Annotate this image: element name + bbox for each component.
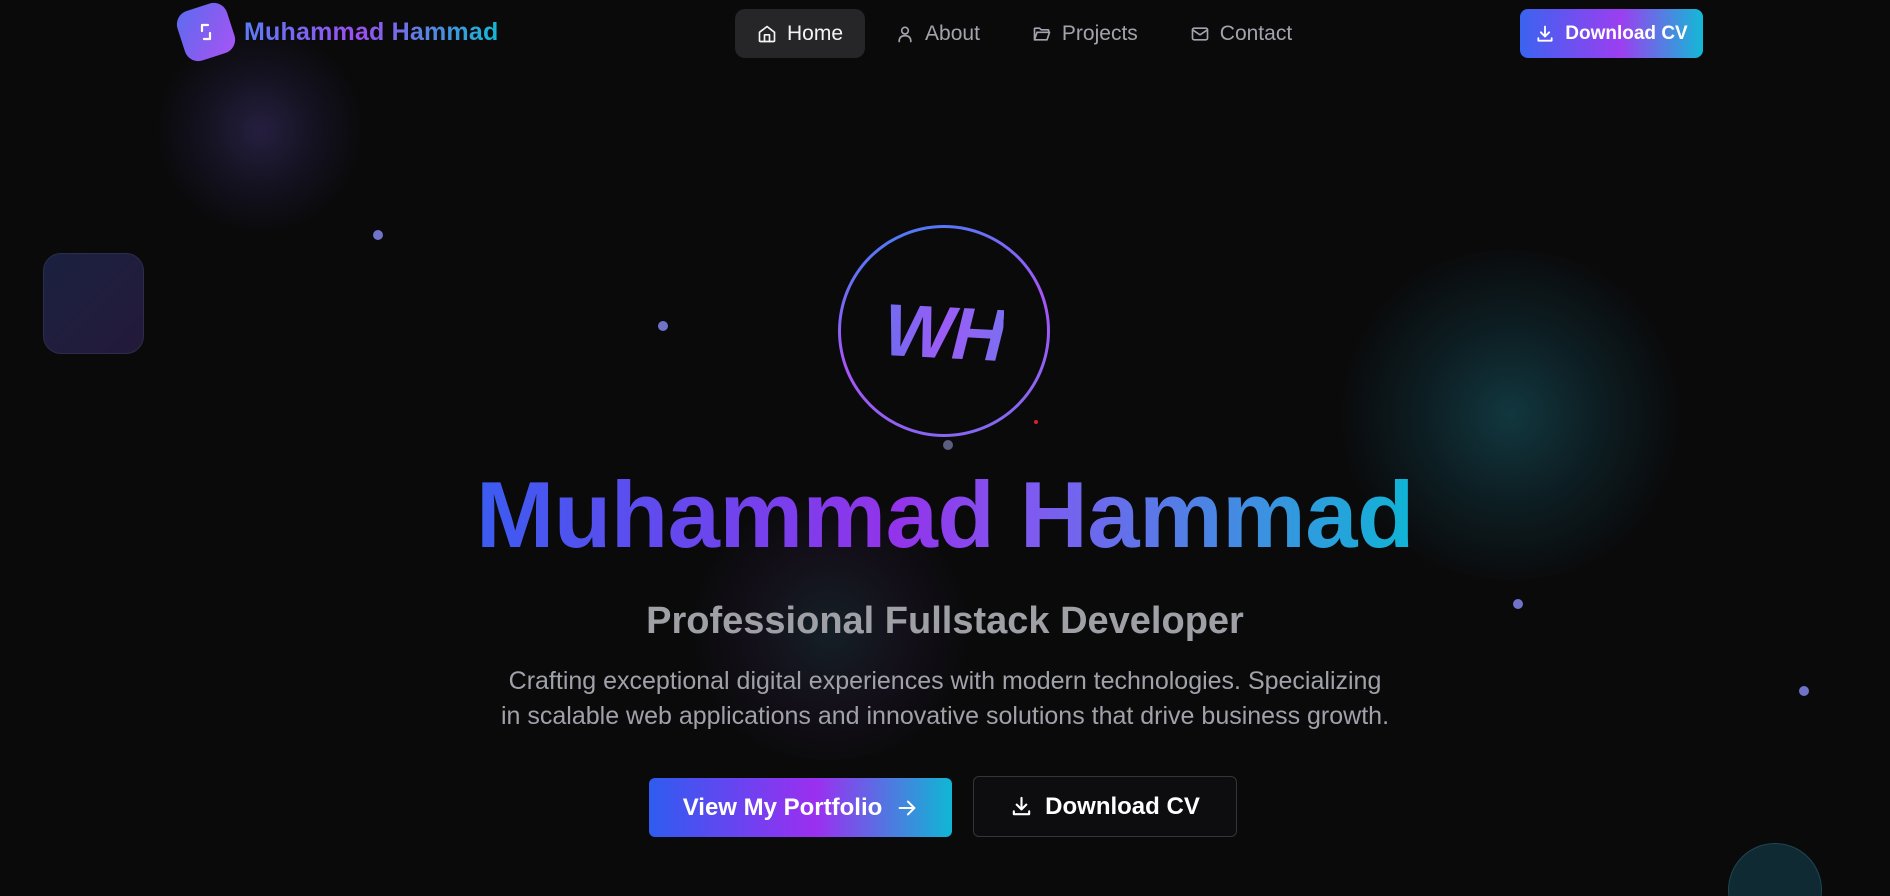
brand-link[interactable]: Muhammad Hammad — [173, 0, 499, 65]
download-icon — [1012, 796, 1031, 816]
download-cv-nav-button[interactable]: Download CV — [1520, 9, 1703, 58]
hero-name: Muhammad Hammad — [0, 460, 1890, 570]
download-cv-label: Download CV — [1565, 22, 1688, 44]
home-icon — [758, 25, 776, 42]
decorative-dot — [1034, 420, 1038, 424]
nav-item-label: Home — [787, 21, 844, 45]
code-rotate-icon — [173, 0, 239, 65]
nav-item-contact[interactable]: Contact — [1168, 9, 1314, 58]
decorative-dot — [658, 321, 668, 331]
hero-name-text: Muhammad Hammad — [476, 462, 1414, 567]
hero-description-line: in scalable web applications and innovat… — [500, 702, 1390, 730]
nav-links: Home About Projects Contact — [735, 9, 1314, 58]
view-portfolio-label: View My Portfolio — [682, 793, 883, 821]
nav-item-label: About — [925, 21, 980, 45]
download-cv-label: Download CV — [1045, 792, 1200, 820]
nav-item-label: Projects — [1061, 21, 1138, 45]
decorative-circle — [1728, 843, 1822, 896]
mail-icon — [1191, 26, 1209, 41]
download-cv-button[interactable]: Download CV — [973, 776, 1237, 837]
nav-item-label: Contact — [1219, 21, 1293, 45]
hero-description-line: Crafting exceptional digital experiences… — [508, 667, 1382, 695]
brand-name: Muhammad Hammad — [244, 17, 499, 46]
user-icon — [898, 26, 912, 42]
nav-item-home[interactable]: Home — [735, 9, 866, 58]
portfolio-page: Muhammad Hammad Home About Projects Cont… — [0, 0, 1890, 896]
avatar-inner: WH — [841, 228, 1047, 434]
top-navbar: Muhammad Hammad Home About Projects Cont… — [0, 0, 1890, 68]
view-portfolio-button[interactable]: View My Portfolio — [649, 778, 952, 837]
avatar-initials: WH — [882, 287, 1006, 377]
nav-item-projects[interactable]: Projects — [1010, 9, 1160, 58]
folder-icon — [1033, 26, 1051, 41]
hero-title: Professional Fullstack Developer — [646, 600, 1244, 642]
nav-item-about[interactable]: About — [873, 9, 1002, 58]
avatar: WH — [838, 225, 1050, 437]
hero-description: Crafting exceptional digital experiences… — [445, 664, 1445, 734]
decorative-dot — [373, 230, 383, 240]
download-icon — [1537, 25, 1553, 42]
arrow-right-icon — [898, 800, 916, 815]
decorative-dot — [943, 440, 953, 450]
decorative-square — [43, 253, 144, 354]
decorative-dot — [1799, 686, 1809, 696]
